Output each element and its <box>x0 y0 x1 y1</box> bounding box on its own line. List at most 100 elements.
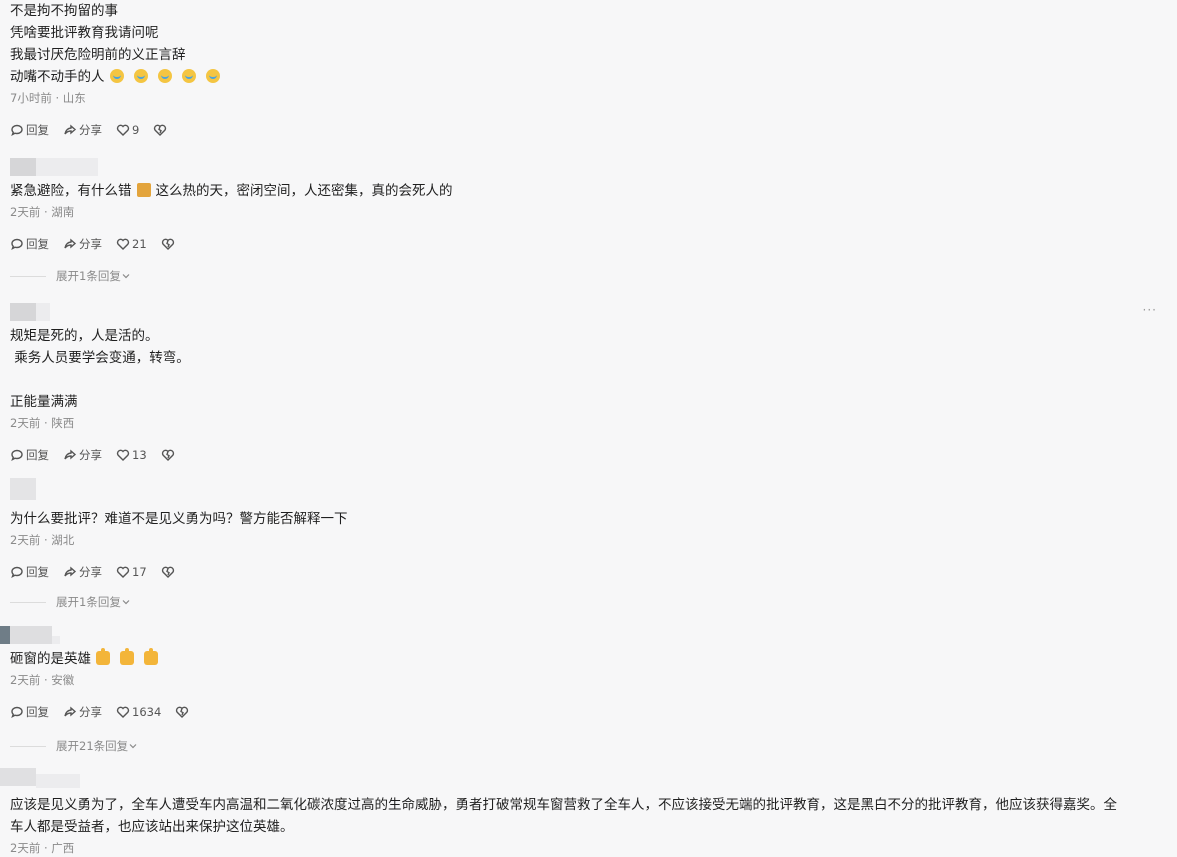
like-button[interactable]: 13 <box>116 448 147 462</box>
like-count: 9 <box>132 123 140 137</box>
reply-button[interactable]: 回复 <box>10 564 49 580</box>
comment-meta: 2天前 · 湖北 <box>10 533 75 547</box>
comment-line: 为什么要批评？难道不是见义勇为吗？警方能否解释一下 <box>10 511 348 527</box>
share-arrow-icon <box>64 238 77 249</box>
reply-button[interactable]: 回复 <box>10 122 49 138</box>
crying-emoji-icon <box>181 69 196 83</box>
share-button[interactable]: 分享 <box>63 704 102 720</box>
comment-line: 车人都是受益者，也应该站出来保护这位英雄。 <box>10 819 294 835</box>
comment-actions: 回复 分享 21 <box>10 235 1167 253</box>
comment-line: 应该是见义勇为了，全车人遭受车内高温和二氧化碳浓度过高的生命威胁，勇者打破常规车… <box>10 797 1117 813</box>
heart-icon <box>116 238 130 250</box>
comment-meta: 2天前 · 广西 <box>10 841 75 855</box>
heart-icon <box>116 566 130 578</box>
comment-text: 应该是见义勇为了，全车人遭受车内高温和二氧化碳浓度过高的生命威胁，勇者打破常规车… <box>10 794 1167 838</box>
avatar[interactable] <box>0 626 1167 648</box>
expand-replies-button[interactable]: 展开21条回复 <box>10 738 138 754</box>
comment-meta: 2天前 · 陕西 <box>10 416 75 430</box>
comment-5: 砸窗的是英雄 2天前 · 安徽 回复 分享 1634 <box>0 626 1167 721</box>
comment-text: 为什么要批评？难道不是见义勇为吗？警方能否解释一下 <box>10 508 1167 530</box>
dislike-button[interactable] <box>161 237 175 251</box>
avatar[interactable] <box>10 303 1167 325</box>
crying-emoji-icon <box>133 69 148 83</box>
share-button[interactable]: 分享 <box>63 122 102 138</box>
broken-heart-icon <box>161 449 174 461</box>
comment-line <box>10 369 1167 391</box>
comment-line: 砸窗的是英雄 <box>10 651 91 667</box>
avatar[interactable] <box>10 158 1167 180</box>
comment-meta: 7小时前 · 山东 <box>10 91 86 105</box>
share-button[interactable]: 分享 <box>63 236 102 252</box>
share-arrow-icon <box>64 706 77 717</box>
thumbs-up-emoji-icon <box>120 648 134 665</box>
reply-bubble-icon <box>11 566 23 578</box>
comment-line: 紧急避险，有什么错 <box>10 183 132 199</box>
reply-button[interactable]: 回复 <box>10 236 49 252</box>
chevron-down-icon <box>122 274 130 279</box>
share-arrow-icon <box>64 124 77 135</box>
comment-2: 紧急避险，有什么错 这么热的天，密闭空间，人还密集，真的会死人的 2天前 · 湖南… <box>10 158 1167 253</box>
comment-line: 正能量满满 <box>10 394 78 410</box>
reply-bubble-icon <box>11 706 23 718</box>
reply-bubble-icon <box>11 124 23 136</box>
like-button[interactable]: 21 <box>116 237 147 251</box>
comment-actions: 回复 分享 17 <box>10 563 1167 581</box>
comment-text: 紧急避险，有什么错 这么热的天，密闭空间，人还密集，真的会死人的 <box>10 180 1167 202</box>
crying-emoji-icon <box>205 69 220 83</box>
heart-icon <box>116 449 130 461</box>
comment-line: 规矩是死的，人是活的。 <box>10 328 159 344</box>
comment-text: 不是拘不拘留的事 凭啥要批评教育我请问呢 我最讨厌危险明前的义正言辞 动嘴不动手… <box>10 0 1167 88</box>
comment-line: 这么热的天，密闭空间，人还密集，真的会死人的 <box>155 183 453 199</box>
like-count: 17 <box>132 565 147 579</box>
comment-line: 凭啥要批评教育我请问呢 <box>10 25 159 41</box>
comment-text: 规矩是死的，人是活的。 乘务人员要学会变通，转弯。 正能量满满 <box>10 325 1167 413</box>
expand-replies-button[interactable]: 展开1条回复 <box>10 268 131 284</box>
share-button[interactable]: 分享 <box>63 564 102 580</box>
thumbs-up-emoji-icon <box>144 648 158 665</box>
heart-icon <box>116 706 130 718</box>
thumbs-up-emoji-icon <box>96 648 110 665</box>
comment-line: 乘务人员要学会变通，转弯。 <box>10 350 190 366</box>
crying-emoji-icon <box>109 69 124 83</box>
like-count: 21 <box>132 237 147 251</box>
comment-actions: 回复 分享 13 <box>10 446 1167 464</box>
comment-actions: 回复 分享 9 <box>10 121 1167 139</box>
comment-line: 动嘴不动手的人 <box>10 69 105 85</box>
expand-replies-button[interactable]: 展开1条回复 <box>10 594 131 610</box>
comment-3: 规矩是死的，人是活的。 乘务人员要学会变通，转弯。 正能量满满 2天前 · 陕西… <box>10 303 1167 464</box>
comment-text: 砸窗的是英雄 <box>10 648 1167 670</box>
share-arrow-icon <box>64 449 77 460</box>
broken-heart-icon <box>161 566 174 578</box>
dislike-button[interactable] <box>161 565 175 579</box>
comment-4: 为什么要批评？难道不是见义勇为吗？警方能否解释一下 2天前 · 湖北 回复 分享… <box>10 478 1167 581</box>
comment-actions: 回复 分享 1634 <box>10 703 1167 721</box>
avatar[interactable] <box>10 478 1167 508</box>
more-dots-icon[interactable]: ··· <box>1143 303 1157 317</box>
dislike-button[interactable] <box>161 448 175 462</box>
comment-meta: 2天前 · 湖南 <box>10 205 75 219</box>
like-count: 13 <box>132 448 147 462</box>
comment-1: 不是拘不拘留的事 凭啥要批评教育我请问呢 我最讨厌危险明前的义正言辞 动嘴不动手… <box>10 0 1167 139</box>
avatar[interactable] <box>0 768 1167 790</box>
reply-bubble-icon <box>11 449 23 461</box>
chevron-down-icon <box>129 744 137 749</box>
like-button[interactable]: 17 <box>116 565 147 579</box>
broken-heart-icon <box>176 706 189 718</box>
heart-icon <box>116 124 130 136</box>
broken-heart-icon <box>154 124 167 136</box>
share-button[interactable]: 分享 <box>63 447 102 463</box>
like-button[interactable]: 1634 <box>116 705 161 719</box>
dislike-button[interactable] <box>153 123 167 137</box>
comment-line: 不是拘不拘留的事 <box>10 3 118 19</box>
reply-button[interactable]: 回复 <box>10 447 49 463</box>
reply-bubble-icon <box>11 238 23 250</box>
share-arrow-icon <box>64 566 77 577</box>
broken-heart-icon <box>161 238 174 250</box>
cat-emoji-icon <box>136 183 151 197</box>
crying-emoji-icon <box>157 69 172 83</box>
like-count: 1634 <box>132 705 162 719</box>
comment-line: 我最讨厌危险明前的义正言辞 <box>10 47 186 63</box>
reply-button[interactable]: 回复 <box>10 704 49 720</box>
dislike-button[interactable] <box>175 705 189 719</box>
like-button[interactable]: 9 <box>116 123 139 137</box>
